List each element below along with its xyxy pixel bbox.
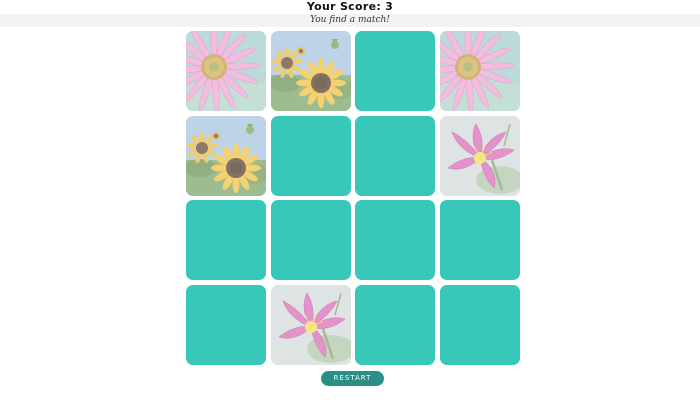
card-revealed[interactable] [270,284,351,365]
pink-lily-image [439,115,520,196]
card-grid [186,31,520,365]
card-hidden[interactable] [439,200,520,281]
card-revealed[interactable] [439,31,520,111]
card-revealed[interactable] [186,31,266,111]
card-revealed[interactable] [270,31,351,111]
card-hidden[interactable] [355,200,436,281]
status-message: You find a match! [0,14,700,27]
pink-coneflower-image [186,31,266,111]
pink-coneflower-image [439,31,520,111]
card-hidden[interactable] [270,115,351,196]
card-revealed[interactable] [439,115,520,196]
restart-button[interactable]: RESTART [321,371,384,386]
card-hidden[interactable] [186,200,266,281]
card-hidden[interactable] [439,284,520,365]
card-hidden[interactable] [186,284,266,365]
score-display: Your Score: 3 [306,0,394,13]
memory-game: Your Score: 3 You find a match! RESTART [0,0,700,400]
sunflowers-image [186,115,266,196]
card-revealed[interactable] [186,115,266,196]
pink-lily-image [270,284,351,365]
card-hidden[interactable] [270,200,351,281]
card-hidden[interactable] [355,31,436,111]
card-hidden[interactable] [355,284,436,365]
sunflowers-image [270,31,351,111]
card-hidden[interactable] [355,115,436,196]
